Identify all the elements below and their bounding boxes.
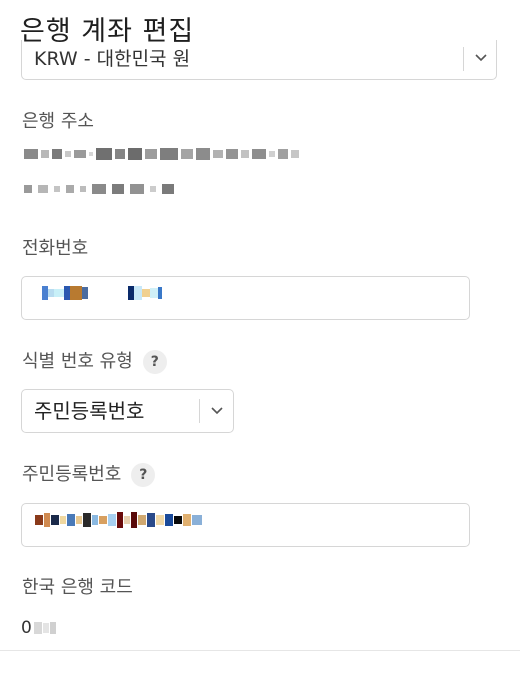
select-divider — [199, 399, 200, 423]
bank-code-label: 한국 은행 코드 — [22, 577, 133, 598]
id-number-field[interactable] — [21, 503, 470, 547]
bank-code-prefix: 0 — [21, 618, 32, 638]
id-type-label-row: 식별 번호 유형? — [22, 350, 167, 374]
id-number-label-row: 주민등록번호? — [22, 463, 156, 487]
bank-code-value: 0 — [21, 618, 56, 638]
bank-code-redacted — [33, 622, 42, 634]
id-type-select-value: 주민등록번호 — [34, 399, 145, 423]
id-number-value-redacted — [35, 512, 202, 528]
id-type-select[interactable]: 주민등록번호 — [21, 389, 234, 433]
phone-label: 전화번호 — [22, 238, 89, 259]
help-icon[interactable]: ? — [131, 463, 156, 487]
help-icon[interactable]: ? — [142, 350, 167, 374]
phone-field[interactable] — [21, 276, 470, 320]
chevron-down-icon[interactable] — [210, 406, 224, 416]
bank-address-line2 — [24, 184, 174, 194]
phone-value-redacted — [42, 286, 162, 300]
page-title: 은행 계좌 편집 — [20, 16, 195, 47]
id-type-label: 식별 번호 유형 — [22, 351, 133, 372]
bank-address-line1 — [24, 148, 299, 160]
section-divider — [0, 650, 520, 651]
select-divider — [463, 47, 464, 71]
chevron-down-icon[interactable] — [474, 53, 488, 63]
bank-address-label: 은행 주소 — [22, 111, 94, 132]
id-number-label: 주민등록번호 — [22, 464, 122, 485]
